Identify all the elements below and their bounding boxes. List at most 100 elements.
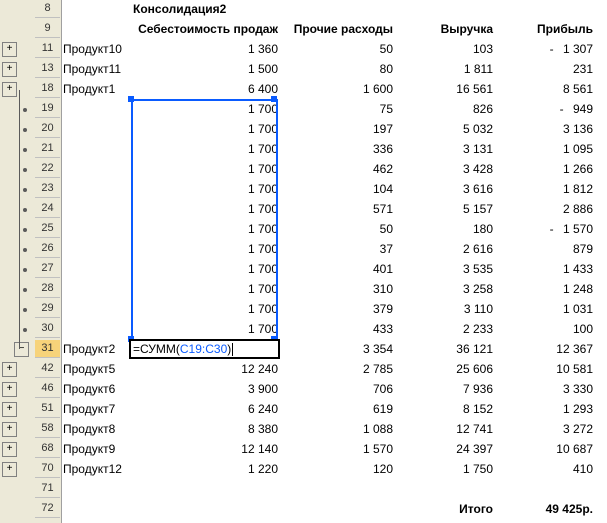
cost-cell[interactable]: 6 400 xyxy=(131,80,282,98)
revenue-cell[interactable]: 180 xyxy=(391,220,497,238)
revenue-cell[interactable]: 3 428 xyxy=(391,160,497,178)
cost-cell[interactable]: 1 700 xyxy=(131,320,282,338)
other-exp-cell[interactable]: 706 xyxy=(276,380,397,398)
row-header[interactable]: 31 xyxy=(35,340,60,358)
product-name-cell[interactable]: Продукт12 xyxy=(61,460,137,478)
revenue-cell[interactable]: 2 233 xyxy=(391,320,497,338)
revenue-cell[interactable]: 1 811 xyxy=(391,60,497,78)
profit-cell[interactable]: 410 xyxy=(491,460,597,478)
selection-handle[interactable] xyxy=(128,96,134,102)
profit-cell[interactable]: 10 687 xyxy=(491,440,597,458)
cost-cell[interactable]: 1 700 xyxy=(131,160,282,178)
row-header[interactable]: 21 xyxy=(35,140,60,158)
revenue-cell[interactable]: 3 616 xyxy=(391,180,497,198)
outline-expand-button[interactable]: + xyxy=(2,362,17,377)
row-header[interactable]: 22 xyxy=(35,160,60,178)
outline-expand-button[interactable]: + xyxy=(2,82,17,97)
profit-cell[interactable]: 3 330 xyxy=(491,380,597,398)
row-header[interactable]: 29 xyxy=(35,300,60,318)
cost-cell[interactable]: 6 240 xyxy=(131,400,282,418)
revenue-cell[interactable]: 25 606 xyxy=(391,360,497,378)
row-header[interactable]: 13 xyxy=(35,60,60,78)
product-name-cell[interactable]: Продукт6 xyxy=(61,380,137,398)
cost-cell[interactable]: 1 700 xyxy=(131,220,282,238)
selection-handle[interactable] xyxy=(271,96,277,102)
row-header[interactable]: 70 xyxy=(35,460,60,478)
revenue-cell[interactable]: 8 152 xyxy=(391,400,497,418)
other-exp-cell[interactable]: 104 xyxy=(276,180,397,198)
other-exp-cell[interactable]: 1 570 xyxy=(276,440,397,458)
row-header[interactable]: 58 xyxy=(35,420,60,438)
row-header[interactable]: 8 xyxy=(35,0,60,18)
outline-expand-button[interactable]: + xyxy=(2,42,17,57)
profit-cell[interactable]: 2 886 xyxy=(491,200,597,218)
other-exp-cell[interactable]: 3 354 xyxy=(276,340,397,358)
row-header[interactable]: 28 xyxy=(35,280,60,298)
other-exp-cell[interactable]: 433 xyxy=(276,320,397,338)
outline-expand-button[interactable]: + xyxy=(2,382,17,397)
other-exp-cell[interactable]: 619 xyxy=(276,400,397,418)
other-exp-cell[interactable]: 462 xyxy=(276,160,397,178)
revenue-cell[interactable]: 3 258 xyxy=(391,280,497,298)
outline-expand-button[interactable]: + xyxy=(2,462,17,477)
row-header[interactable]: 71 xyxy=(35,480,60,498)
cost-cell[interactable]: 8 380 xyxy=(131,420,282,438)
row-header[interactable]: 20 xyxy=(35,120,60,138)
product-name-cell[interactable]: Продукт2 xyxy=(61,340,137,358)
profit-cell[interactable]: 1 095 xyxy=(491,140,597,158)
revenue-cell[interactable]: 3 110 xyxy=(391,300,497,318)
other-exp-cell[interactable]: 1 088 xyxy=(276,420,397,438)
profit-cell[interactable]: - 1 570 xyxy=(491,220,597,238)
profit-cell[interactable]: - 1 307 xyxy=(491,40,597,58)
cost-cell[interactable]: 1 700 xyxy=(131,180,282,198)
profit-cell[interactable]: 3 136 xyxy=(491,120,597,138)
profit-cell[interactable]: 1 433 xyxy=(491,260,597,278)
formula-edit-cell[interactable]: =СУММ(C19:C30) xyxy=(129,339,280,359)
outline-expand-button[interactable]: + xyxy=(2,442,17,457)
revenue-cell[interactable]: 7 936 xyxy=(391,380,497,398)
cost-cell[interactable]: 1 700 xyxy=(131,240,282,258)
profit-cell[interactable]: 1 266 xyxy=(491,160,597,178)
cost-cell[interactable]: 1 700 xyxy=(131,140,282,158)
profit-cell[interactable]: 1 812 xyxy=(491,180,597,198)
outline-expand-button[interactable]: + xyxy=(2,422,17,437)
product-name-cell[interactable]: Продукт7 xyxy=(61,400,137,418)
cost-cell[interactable]: 1 700 xyxy=(131,200,282,218)
other-exp-cell[interactable]: 2 785 xyxy=(276,360,397,378)
revenue-cell[interactable]: 36 121 xyxy=(391,340,497,358)
cost-cell[interactable]: 12 140 xyxy=(131,440,282,458)
revenue-cell[interactable]: 5 032 xyxy=(391,120,497,138)
other-exp-cell[interactable]: 336 xyxy=(276,140,397,158)
cost-cell[interactable]: 1 700 xyxy=(131,120,282,138)
row-header[interactable]: 51 xyxy=(35,400,60,418)
cost-cell[interactable]: 12 240 xyxy=(131,360,282,378)
other-exp-cell[interactable]: 50 xyxy=(276,40,397,58)
other-exp-cell[interactable]: 80 xyxy=(276,60,397,78)
product-name-cell[interactable]: Продукт5 xyxy=(61,360,137,378)
row-header[interactable]: 24 xyxy=(35,200,60,218)
revenue-cell[interactable]: 2 616 xyxy=(391,240,497,258)
cost-cell[interactable]: 1 500 xyxy=(131,60,282,78)
profit-cell[interactable]: 12 367 xyxy=(491,340,597,358)
cost-cell[interactable]: 1 360 xyxy=(131,40,282,58)
cost-cell[interactable]: 1 700 xyxy=(131,260,282,278)
product-name-cell[interactable]: Продукт1 xyxy=(61,80,137,98)
other-exp-cell[interactable]: 197 xyxy=(276,120,397,138)
revenue-cell[interactable]: 103 xyxy=(391,40,497,58)
profit-cell[interactable]: 231 xyxy=(491,60,597,78)
other-exp-cell[interactable]: 1 600 xyxy=(276,80,397,98)
row-header[interactable]: 25 xyxy=(35,220,60,238)
revenue-cell[interactable]: 16 561 xyxy=(391,80,497,98)
other-exp-cell[interactable]: 50 xyxy=(276,220,397,238)
cost-cell[interactable]: 1 700 xyxy=(131,280,282,298)
outline-collapse-button[interactable]: − xyxy=(14,342,29,357)
row-header[interactable]: 23 xyxy=(35,180,60,198)
row-header[interactable]: 11 xyxy=(35,40,60,58)
cost-cell[interactable]: 1 220 xyxy=(131,460,282,478)
profit-cell[interactable]: 100 xyxy=(491,320,597,338)
cost-cell[interactable]: 1 700 xyxy=(131,300,282,318)
cost-cell[interactable]: 3 900 xyxy=(131,380,282,398)
product-name-cell[interactable]: Продукт10 xyxy=(61,40,137,58)
product-name-cell[interactable]: Продукт9 xyxy=(61,440,137,458)
row-header[interactable]: 9 xyxy=(35,20,60,38)
